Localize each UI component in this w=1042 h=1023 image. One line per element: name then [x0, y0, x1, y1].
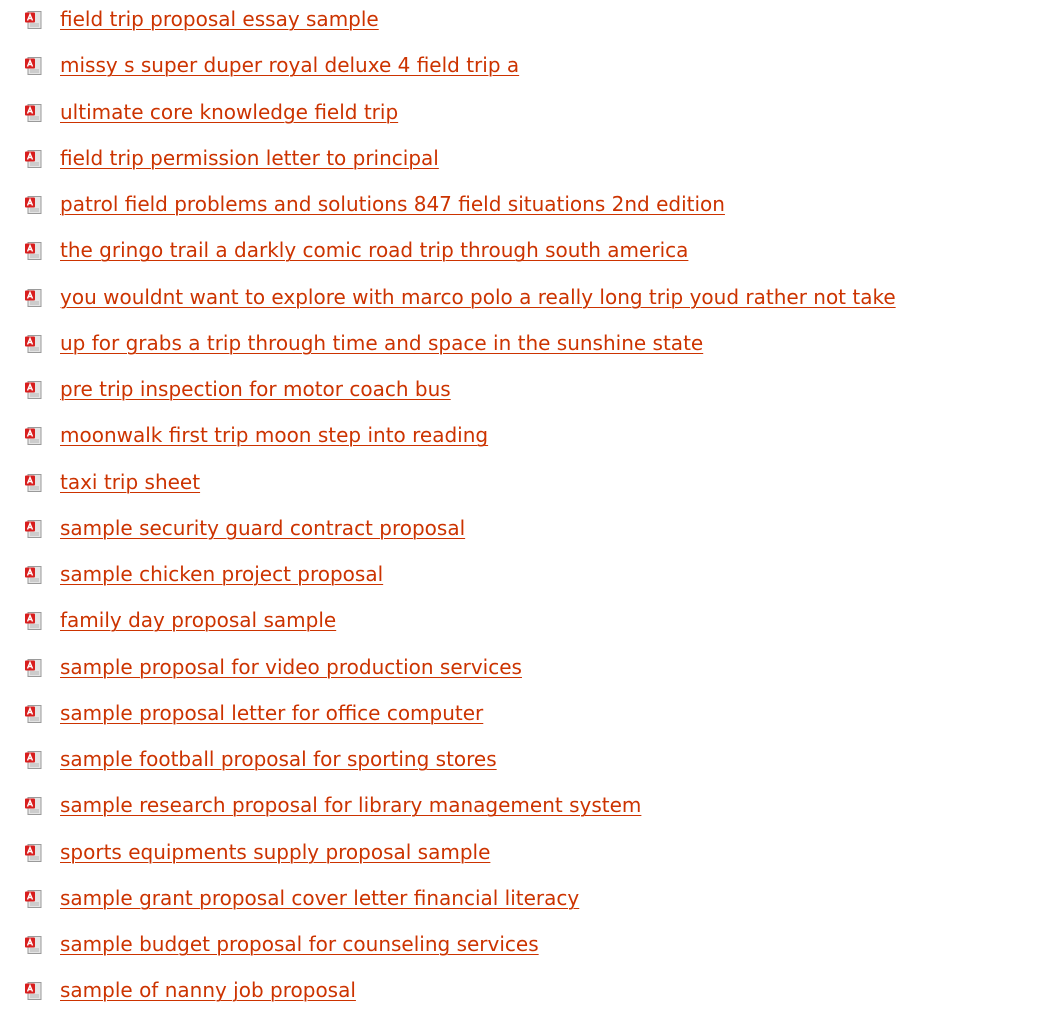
pdf-document-icon — [25, 936, 42, 954]
list-item: sample research proposal for library man… — [0, 786, 1042, 832]
document-link[interactable]: sample budget proposal for counseling se… — [60, 930, 539, 958]
document-link[interactable]: pre trip inspection for motor coach bus — [60, 375, 451, 403]
document-link[interactable]: family day proposal sample — [60, 606, 336, 634]
list-item: pre trip inspection for motor coach bus — [0, 370, 1042, 416]
pdf-document-icon — [25, 103, 42, 122]
list-item: you wouldnt want to explore with marco p… — [0, 278, 1042, 324]
pdf-document-icon — [25, 982, 42, 1001]
list-item: sample of nanny job proposal — [0, 971, 1042, 1017]
pdf-document-icon — [25, 57, 42, 76]
document-link[interactable]: missy s super duper royal deluxe 4 field… — [60, 51, 519, 79]
pdf-document-icon — [25, 242, 42, 261]
list-item: family day proposal sample — [0, 601, 1042, 647]
list-item: sample proposal for video production ser… — [0, 648, 1042, 694]
pdf-document-icon — [25, 889, 42, 908]
document-link[interactable]: patrol field problems and solutions 847 … — [60, 190, 725, 218]
document-link[interactable]: sample of nanny job proposal — [60, 976, 356, 1004]
document-link[interactable]: ultimate core knowledge field trip — [60, 98, 398, 126]
list-item: up for grabs a trip through time and spa… — [0, 324, 1042, 370]
document-link[interactable]: sample chicken project proposal — [60, 560, 383, 588]
pdf-document-icon — [25, 843, 42, 862]
list-item: field trip proposal essay sample — [0, 0, 1042, 46]
pdf-document-icon — [25, 11, 42, 29]
list-item: sports equipments supply proposal sample — [0, 833, 1042, 879]
document-link[interactable]: taxi trip sheet — [60, 468, 200, 496]
pdf-document-icon — [25, 149, 42, 168]
document-link[interactable]: sample research proposal for library man… — [60, 791, 641, 819]
document-link[interactable]: sample grant proposal cover letter finan… — [60, 884, 579, 912]
pdf-document-icon — [25, 797, 42, 816]
list-item: moonwalk first trip moon step into readi… — [0, 416, 1042, 462]
document-link[interactable]: sample security guard contract proposal — [60, 514, 465, 542]
document-link[interactable]: you wouldnt want to explore with marco p… — [60, 283, 896, 311]
document-link[interactable]: sample proposal letter for office comput… — [60, 699, 483, 727]
list-item: taxi trip sheet — [0, 463, 1042, 509]
document-link[interactable]: up for grabs a trip through time and spa… — [60, 329, 703, 357]
pdf-document-icon — [25, 334, 42, 353]
document-link[interactable]: the gringo trail a darkly comic road tri… — [60, 236, 688, 264]
pdf-document-icon — [25, 704, 42, 723]
pdf-document-icon — [25, 658, 42, 677]
document-link[interactable]: field trip proposal essay sample — [60, 5, 379, 33]
pdf-document-icon — [25, 612, 42, 631]
list-item: patrol field problems and solutions 847 … — [0, 185, 1042, 231]
pdf-document-icon — [25, 519, 42, 538]
pdf-document-icon — [25, 288, 42, 307]
document-link-list: field trip proposal essay sample missy s… — [0, 0, 1042, 1018]
list-item: the gringo trail a darkly comic road tri… — [0, 231, 1042, 277]
document-link[interactable]: sample football proposal for sporting st… — [60, 745, 497, 773]
pdf-document-icon — [25, 473, 42, 492]
pdf-document-icon — [25, 751, 42, 769]
document-link[interactable]: field trip permission letter to principa… — [60, 144, 439, 172]
pdf-document-icon — [25, 196, 42, 214]
list-item: sample security guard contract proposal — [0, 509, 1042, 555]
pdf-document-icon — [25, 381, 42, 399]
list-item: sample grant proposal cover letter finan… — [0, 879, 1042, 925]
document-link[interactable]: sample proposal for video production ser… — [60, 653, 522, 681]
list-item: ultimate core knowledge field trip — [0, 93, 1042, 139]
list-item: sample budget proposal for counseling se… — [0, 925, 1042, 971]
list-item: missy s super duper royal deluxe 4 field… — [0, 46, 1042, 92]
document-link[interactable]: moonwalk first trip moon step into readi… — [60, 421, 488, 449]
pdf-document-icon — [25, 427, 42, 446]
list-item: sample football proposal for sporting st… — [0, 740, 1042, 786]
list-item: sample proposal letter for office comput… — [0, 694, 1042, 740]
document-link[interactable]: sports equipments supply proposal sample — [60, 838, 490, 866]
pdf-document-icon — [25, 566, 42, 584]
list-item: sample chicken project proposal — [0, 555, 1042, 601]
list-item: field trip permission letter to principa… — [0, 139, 1042, 185]
